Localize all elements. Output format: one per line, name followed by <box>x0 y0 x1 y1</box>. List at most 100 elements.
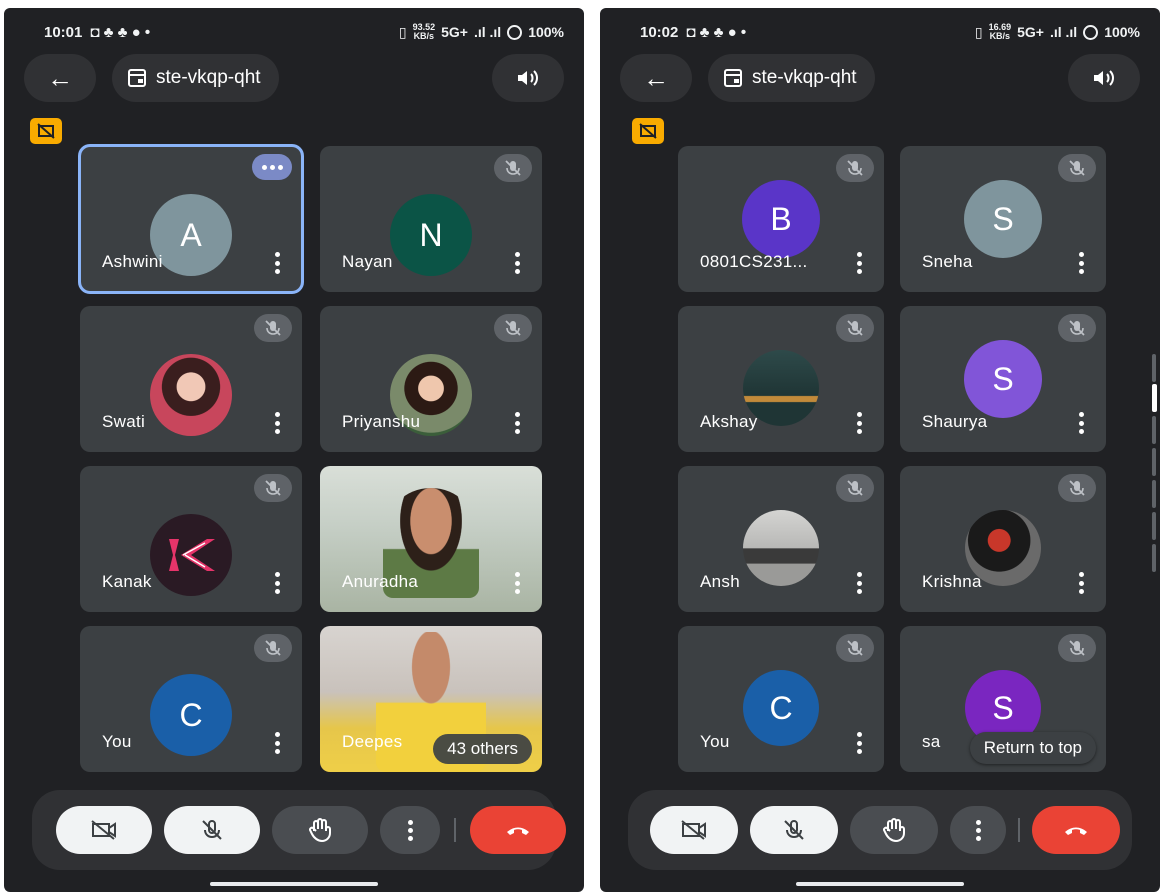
more-vert-icon[interactable] <box>1078 572 1084 594</box>
more-vert-icon[interactable] <box>274 572 280 594</box>
participant-name: You <box>700 732 730 751</box>
network-type: 5G+ <box>441 24 468 40</box>
audio-output-button[interactable] <box>1068 54 1140 102</box>
divider <box>1018 818 1020 842</box>
participant-name: Anuradha <box>342 572 419 591</box>
more-vert-icon[interactable] <box>514 572 520 594</box>
more-vert-icon[interactable] <box>514 412 520 434</box>
participant-name: Swati <box>102 412 146 431</box>
participant-tile-sneha[interactable]: S Sneha <box>900 146 1106 292</box>
more-vert-icon[interactable] <box>856 572 862 594</box>
back-button[interactable]: ← <box>24 54 96 102</box>
participant-tile-0801cs231[interactable]: B 0801CS231... <box>678 146 884 292</box>
avatar: C <box>150 674 232 756</box>
meeting-info-chip[interactable]: ste-vkqp-qht <box>112 54 279 102</box>
scroll-segment <box>1152 512 1156 540</box>
avatar: B <box>742 180 820 258</box>
call-controls <box>628 790 1132 870</box>
more-vert-icon[interactable] <box>856 252 862 274</box>
scroll-segment <box>1152 354 1156 382</box>
mic-off-icon <box>202 820 222 840</box>
scroll-segment <box>1152 544 1156 572</box>
participant-video-anuradha[interactable]: Anuradha <box>320 466 542 612</box>
meeting-code: ste-vkqp-qht <box>752 67 857 88</box>
participant-tile-akshay[interactable]: Akshay <box>678 306 884 452</box>
calendar-icon <box>128 69 146 87</box>
back-button[interactable]: ← <box>620 54 692 102</box>
avatar: S <box>964 180 1042 258</box>
scroll-segment <box>1152 448 1156 476</box>
participant-tile-you[interactable]: C You <box>80 626 302 772</box>
scroll-thumb[interactable] <box>1152 384 1157 412</box>
more-vert-icon[interactable] <box>856 412 862 434</box>
participant-tile-swati[interactable]: Swati <box>80 306 302 452</box>
more-options-button[interactable] <box>380 806 440 854</box>
mic-off-icon <box>1058 634 1096 662</box>
audio-output-button[interactable] <box>492 54 564 102</box>
participant-video-deepes[interactable]: Deepes 43 others <box>320 626 542 772</box>
mic-off-icon <box>254 634 292 662</box>
meeting-code: ste-vkqp-qht <box>156 67 261 88</box>
end-call-icon <box>1065 827 1087 835</box>
participant-name: Ansh <box>700 572 740 591</box>
raise-hand-icon <box>883 818 905 843</box>
avatar: C <box>743 670 819 746</box>
avatar: S <box>964 340 1042 418</box>
calendar-icon <box>724 69 742 87</box>
return-to-top-button[interactable]: Return to top <box>969 732 1096 764</box>
more-vert-icon[interactable] <box>1078 252 1084 274</box>
net-speed: 16.69 KB/s <box>988 22 1012 41</box>
home-indicator[interactable] <box>210 882 378 886</box>
more-vert-icon[interactable] <box>274 412 280 434</box>
more-vert-icon[interactable] <box>1078 412 1084 434</box>
participant-tile-sa[interactable]: S sa Return to top <box>900 626 1106 772</box>
more-vert-icon[interactable] <box>514 252 520 274</box>
raise-hand-button[interactable] <box>850 806 938 854</box>
camera-off-icon <box>681 820 706 840</box>
more-vert-icon[interactable] <box>274 252 280 274</box>
participant-tile-ansh[interactable]: Ansh <box>678 466 884 612</box>
participant-name: Priyanshu <box>342 412 421 431</box>
participant-name: Shaurya <box>922 412 988 431</box>
participant-tile-shaurya[interactable]: S Shaurya <box>900 306 1106 452</box>
video-off-badge <box>632 118 664 144</box>
mic-toggle-button[interactable] <box>750 806 838 854</box>
home-indicator[interactable] <box>796 882 964 886</box>
top-bar: ← ste-vkqp-qht <box>24 54 564 102</box>
participant-tile-nayan[interactable]: N Nayan <box>320 146 542 292</box>
mic-toggle-button[interactable] <box>164 806 260 854</box>
camera-toggle-button[interactable] <box>650 806 738 854</box>
participant-name: Nayan <box>342 252 393 271</box>
avatar: N <box>390 194 472 276</box>
camera-toggle-button[interactable] <box>56 806 152 854</box>
more-options-button[interactable] <box>950 806 1006 854</box>
participant-name: sa <box>922 732 941 751</box>
profile-photo <box>150 514 232 596</box>
profile-photo <box>150 354 232 436</box>
signal-icon: .ıl .ıl <box>1049 24 1078 40</box>
status-bar: 10:02 ◘ ♣ ♣ ● • ▯ 16.69 KB/s 5G+ .ıl .ıl … <box>640 22 1140 42</box>
battery-level: 100% <box>1104 24 1140 40</box>
others-count-button[interactable]: 43 others <box>433 734 532 764</box>
end-call-button[interactable] <box>470 806 566 854</box>
mic-off-icon <box>836 634 874 662</box>
more-vert-icon[interactable] <box>274 732 280 754</box>
participant-tile-priyanshu[interactable]: Priyanshu <box>320 306 542 452</box>
participant-tile-ashwini[interactable]: A Ashwini <box>78 144 304 294</box>
raise-hand-button[interactable] <box>272 806 368 854</box>
mic-off-icon <box>1058 474 1096 502</box>
vibrate-icon: ▯ <box>974 23 983 40</box>
more-vert-icon[interactable] <box>856 732 862 754</box>
divider <box>454 818 456 842</box>
participant-tile-you[interactable]: C You <box>678 626 884 772</box>
speaker-icon <box>1094 70 1114 86</box>
meeting-info-chip[interactable]: ste-vkqp-qht <box>708 54 875 102</box>
video-off-icon <box>37 123 55 139</box>
mic-off-icon <box>836 154 874 182</box>
notification-icons: ◘ ♣ ♣ ● • <box>686 23 747 41</box>
end-call-button[interactable] <box>1032 806 1120 854</box>
more-options-button[interactable] <box>252 154 292 180</box>
participant-tile-kanak[interactable]: Kanak <box>80 466 302 612</box>
mic-off-icon <box>1058 314 1096 342</box>
participant-tile-krishna[interactable]: Krishna <box>900 466 1106 612</box>
